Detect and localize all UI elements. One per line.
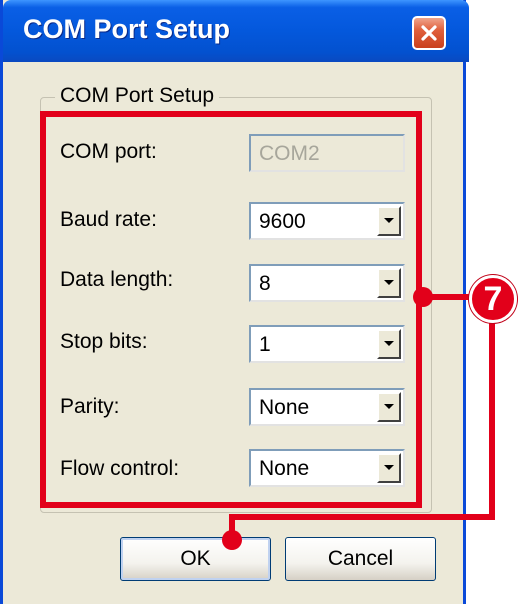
close-button[interactable] <box>412 16 446 50</box>
callout-badge: 7 <box>469 275 517 323</box>
window-title: COM Port Setup <box>23 14 230 44</box>
title-bar[interactable]: COM Port Setup <box>3 0 469 62</box>
callout-line <box>489 320 495 520</box>
callout-dot <box>413 287 433 307</box>
cancel-button[interactable]: Cancel <box>285 537 436 581</box>
ok-button-label: OK <box>180 547 211 570</box>
cancel-button-label: Cancel <box>327 547 394 570</box>
ok-button[interactable]: OK <box>120 537 271 581</box>
groupbox-label: COM Port Setup <box>55 84 220 108</box>
callout-line <box>229 514 495 520</box>
callout-dot <box>222 530 242 550</box>
highlight-box <box>40 111 422 508</box>
close-icon <box>421 25 437 41</box>
